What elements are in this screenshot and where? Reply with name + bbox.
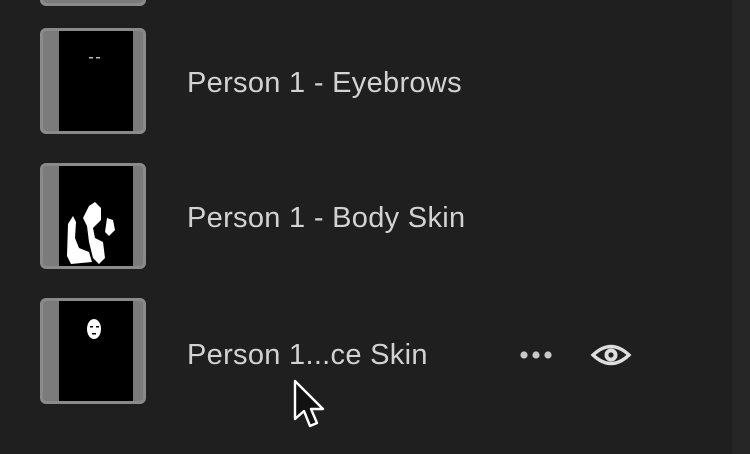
layer-name[interactable]: Person 1 - Body Skin bbox=[187, 202, 465, 235]
visibility-toggle-button[interactable] bbox=[590, 340, 632, 370]
layer-mask-thumbnail[interactable] bbox=[40, 163, 146, 269]
more-options-button[interactable] bbox=[517, 340, 555, 370]
layer-mask-thumbnail[interactable] bbox=[40, 298, 146, 404]
layers-panel: Person 1 - Eyebrows Person 1 - Body Skin… bbox=[0, 0, 750, 454]
body-skin-mask-shape bbox=[67, 202, 115, 264]
layer-mask-thumbnail[interactable] bbox=[40, 28, 146, 134]
layer-row-body-skin[interactable]: Person 1 - Body Skin bbox=[0, 160, 720, 280]
eyebrows-mask-shape bbox=[89, 57, 100, 59]
layer-row-eyebrows[interactable]: Person 1 - Eyebrows bbox=[0, 25, 720, 145]
layer-name[interactable]: Person 1...ce Skin bbox=[187, 339, 428, 372]
layer-thumbnail-partial[interactable] bbox=[40, 0, 146, 6]
more-horizontal-icon bbox=[520, 351, 552, 359]
face-skin-mask-shape bbox=[87, 319, 101, 339]
layer-row-face-skin[interactable]: Person 1...ce Skin bbox=[0, 295, 720, 415]
layer-name[interactable]: Person 1 - Eyebrows bbox=[187, 67, 462, 100]
mouse-pointer-icon bbox=[293, 379, 325, 428]
eye-icon bbox=[590, 344, 632, 366]
panel-scroll-edge bbox=[732, 0, 750, 454]
